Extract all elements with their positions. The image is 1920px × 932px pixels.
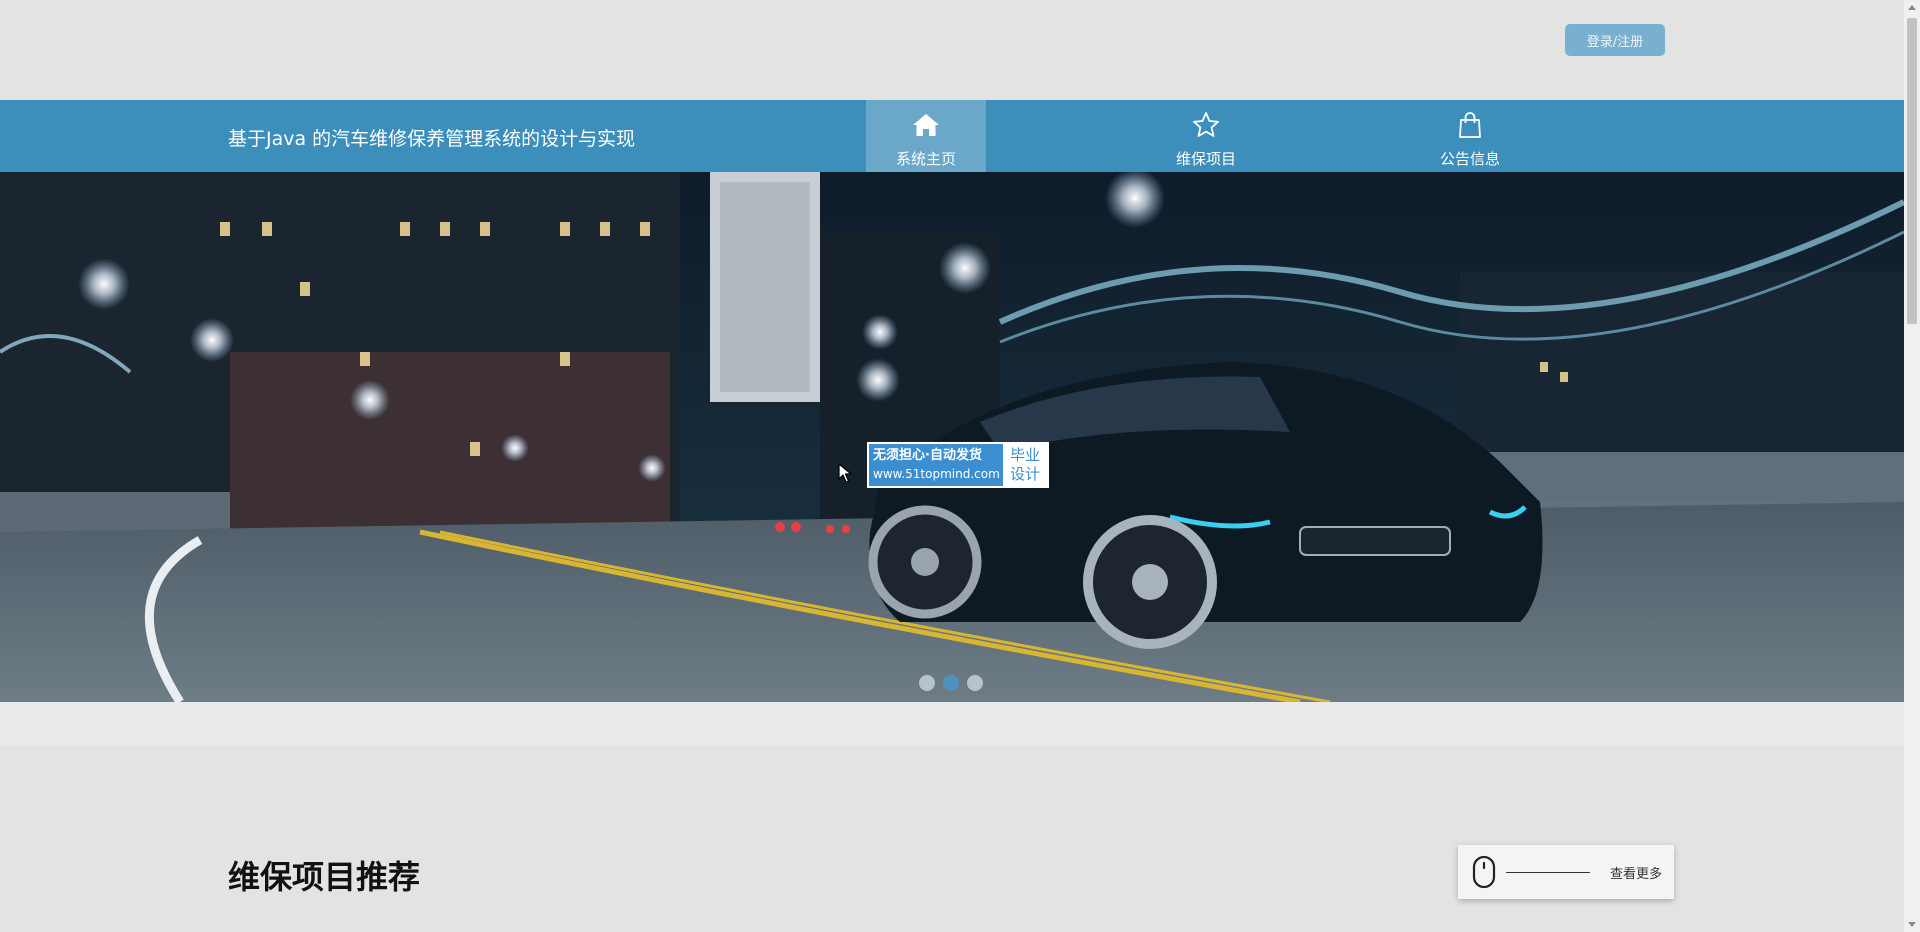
top-bar: 登录/注册 xyxy=(0,0,1904,100)
nav-item-home-label: 系统主页 xyxy=(895,150,956,168)
carousel-dot-1[interactable] xyxy=(919,675,935,691)
view-more-button[interactable]: 查看更多 xyxy=(1458,845,1674,899)
banner-carousel[interactable] xyxy=(0,172,1904,702)
watermark-text: 无须担心·自动发货 www.51topmind.com xyxy=(873,447,1003,483)
mouse-icon xyxy=(1472,855,1496,889)
banner-image xyxy=(0,172,1904,702)
shopping-bag-icon xyxy=(1459,112,1481,138)
recommend-section-title: 维保项目推荐 xyxy=(228,858,421,896)
scroll-down-arrow-icon[interactable] xyxy=(1908,922,1916,927)
page-scrollbar[interactable] xyxy=(1904,0,1920,932)
scroll-up-arrow-icon[interactable] xyxy=(1908,5,1916,10)
nav-item-maintenance-projects[interactable]: 维保项目 xyxy=(1146,100,1266,172)
watermark-line1: 无须担心·自动发货 xyxy=(873,448,982,463)
watermark-right-line1: 毕业 xyxy=(1009,446,1040,464)
watermark-badge: 无须担心·自动发货 www.51topmind.com 毕业 设计 xyxy=(867,442,1049,488)
home-icon xyxy=(913,114,939,136)
view-more-label: 查看更多 xyxy=(1610,867,1663,882)
watermark-url: www.51topmind.com xyxy=(873,467,1000,481)
scrollbar-thumb[interactable] xyxy=(1907,18,1917,324)
watermark-graduation: 毕业 设计 xyxy=(1003,444,1047,486)
carousel-dot-3[interactable] xyxy=(967,675,983,691)
site-title: 基于Java 的汽车维修保养管理系统的设计与实现 xyxy=(228,128,636,150)
login-register-button[interactable]: 登录/注册 xyxy=(1565,24,1665,56)
mouse-pointer-icon xyxy=(838,463,852,483)
carousel-dot-2[interactable] xyxy=(943,675,959,691)
watermark-right-line2: 设计 xyxy=(1009,465,1040,483)
main-navbar: 基于Java 的汽车维修保养管理系统的设计与实现 系统主页 维保项目 公告信息 xyxy=(0,100,1904,172)
nav-item-maintenance-projects-label: 维保项目 xyxy=(1175,150,1236,168)
view-more-divider xyxy=(1506,872,1590,873)
nav-item-home[interactable]: 系统主页 xyxy=(866,100,986,172)
nav-item-announcements-label: 公告信息 xyxy=(1439,150,1500,168)
star-icon xyxy=(1193,112,1219,137)
banner-bottom-strip xyxy=(0,702,1904,746)
nav-item-announcements[interactable]: 公告信息 xyxy=(1410,100,1530,172)
